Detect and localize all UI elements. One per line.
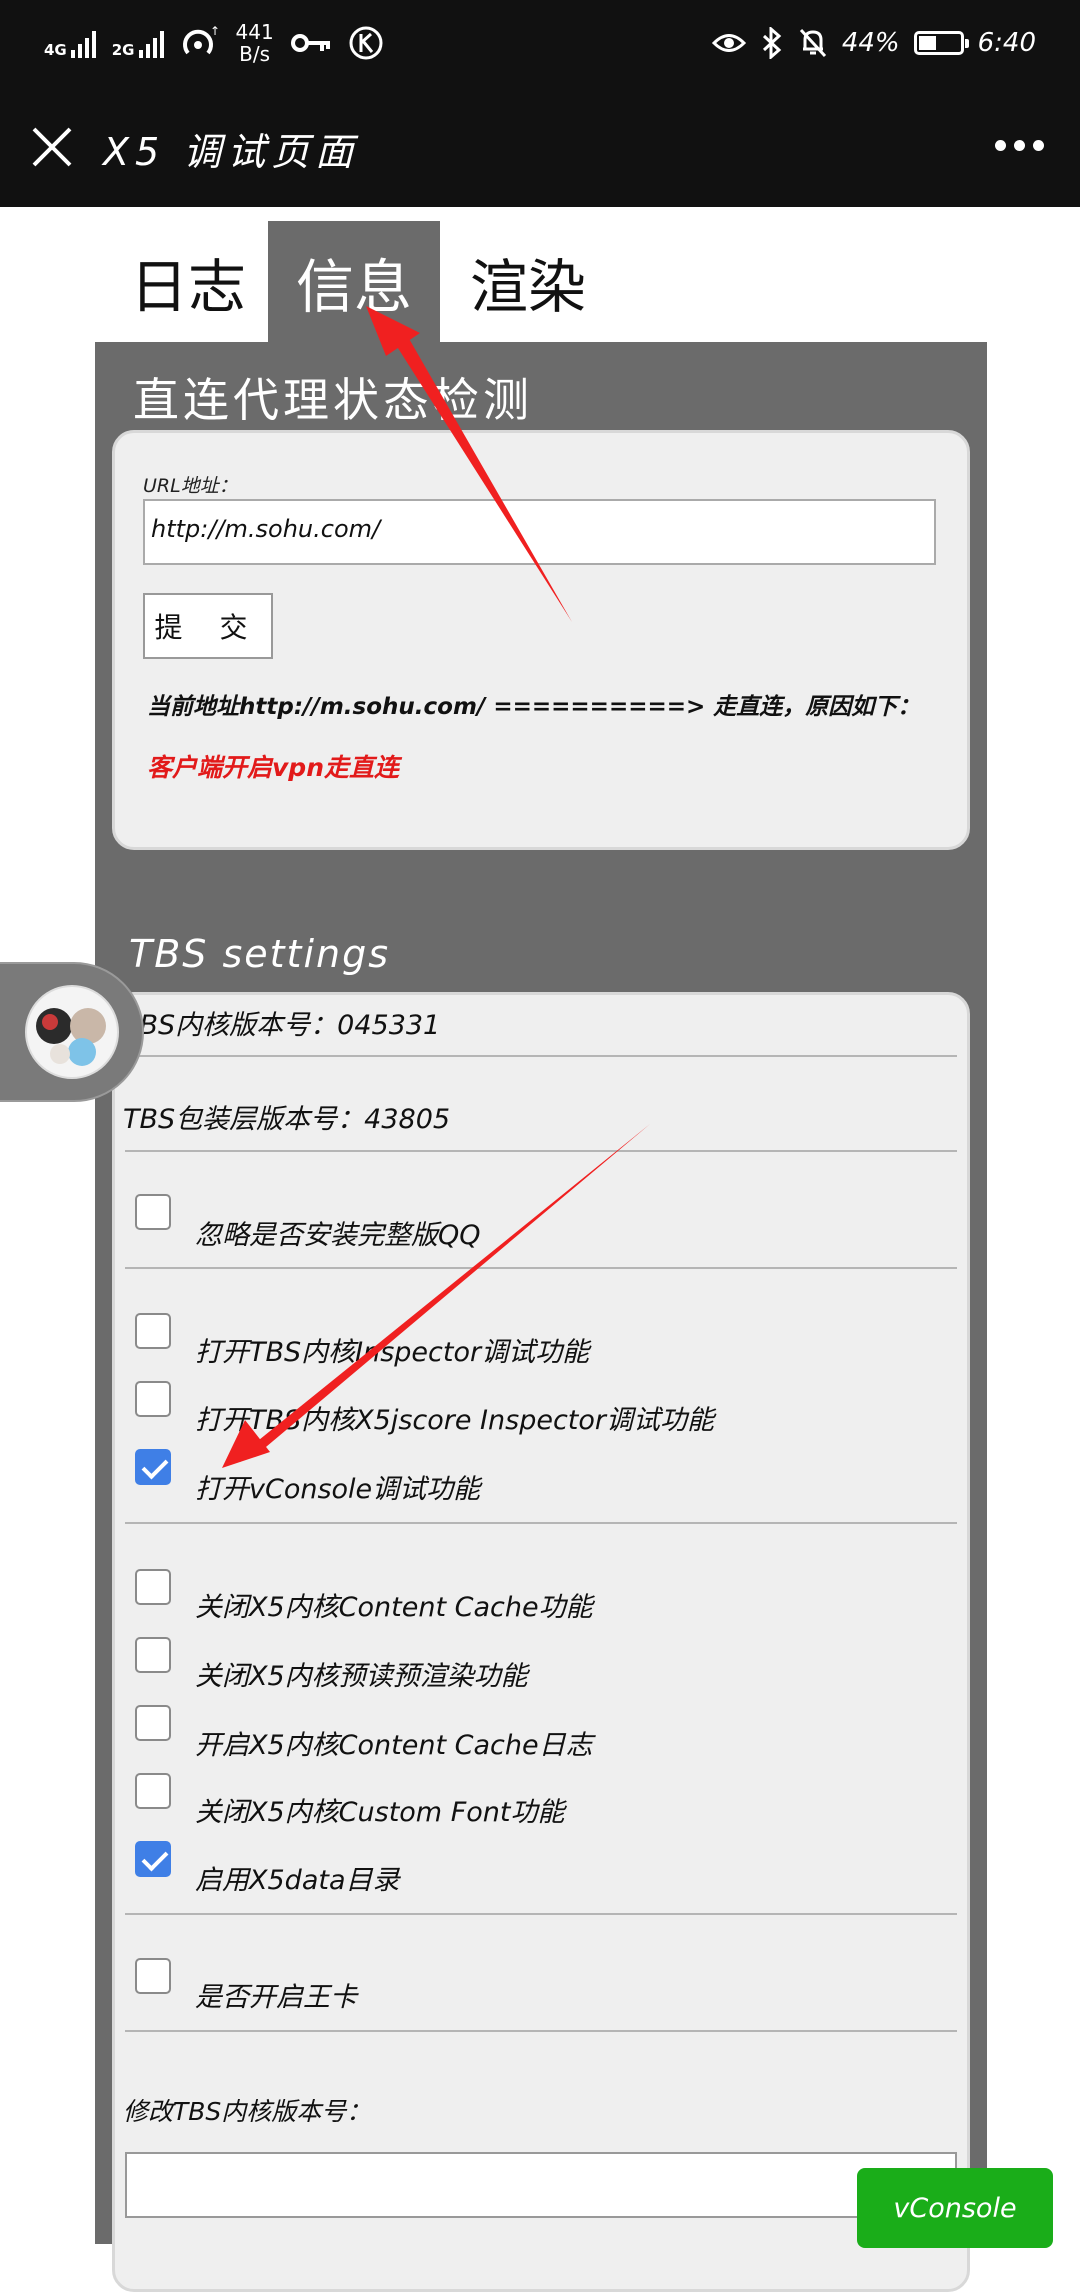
battery-icon (913, 31, 969, 55)
network-type-1: 4G (44, 41, 67, 59)
status-left: 4G 2G ↑ 441 B/s (44, 18, 384, 68)
url-input[interactable]: http://m.sohu.com/ (143, 499, 936, 565)
speed-value: 441 (235, 20, 274, 44)
key-icon (290, 34, 330, 52)
checkbox[interactable] (135, 1637, 171, 1673)
divider (125, 1150, 957, 1152)
divider (125, 1267, 957, 1269)
battery-percent: 44% (841, 28, 900, 58)
proxy-card: URL地址： http://m.sohu.com/ 提 交 当前地址http:/… (112, 430, 970, 850)
tab-info[interactable]: 信息 (268, 221, 440, 342)
option-label: 打开TBS内核X5jscore Inspector调试功能 (195, 1405, 714, 1436)
network-type-2: 2G (111, 41, 135, 59)
status-right: 44% 6:40 (711, 20, 1036, 66)
floating-avatar-button[interactable] (0, 962, 144, 1102)
result-reason: 客户端开启vpn走直连 (147, 753, 399, 782)
checkbox[interactable] (135, 1313, 171, 1349)
clock: 6:40 (977, 28, 1036, 58)
info-panel: 直连代理状态检测 URL地址： http://m.sohu.com/ 提 交 当… (95, 342, 987, 2292)
checkbox[interactable] (135, 1449, 171, 1485)
signal-icon (70, 28, 96, 58)
modify-version-label: 修改TBS内核版本号： (123, 2097, 372, 2126)
checkbox[interactable] (135, 1381, 171, 1417)
eye-icon (711, 34, 746, 52)
title-bar: X5 调试页面 (0, 85, 1080, 207)
proxy-section-title: 直连代理状态检测 (133, 373, 533, 427)
page-title: X5 调试页面 (103, 130, 360, 174)
option-label: 是否开启王卡 (195, 1982, 357, 2013)
checkbox[interactable] (135, 1569, 171, 1605)
network-speed: 441 B/s (236, 21, 274, 65)
signal-2: 2G (112, 28, 164, 58)
signal-icon (138, 28, 164, 58)
tab-bar: 日志 信息 渲染 (0, 207, 1080, 342)
avatar (25, 985, 119, 1079)
option-label: 打开TBS内核Inspector调试功能 (195, 1337, 590, 1368)
vconsole-button[interactable]: vConsole (857, 2168, 1053, 2248)
divider (125, 1522, 957, 1524)
wifi-hotspot-icon: ↑ (182, 25, 220, 55)
status-bar: 4G 2G ↑ 441 B/s 44% 6:40 (0, 0, 1080, 85)
shell-version: TBS包装层版本号：43805 (123, 1104, 451, 1135)
url-label: URL地址： (143, 475, 238, 497)
checkbox[interactable] (135, 1773, 171, 1809)
checkbox[interactable] (135, 1705, 171, 1741)
core-version: TBS内核版本号：045331 (123, 1010, 441, 1041)
option-label: 打开vConsole调试功能 (195, 1474, 481, 1505)
svg-text:↑: ↑ (210, 25, 220, 38)
tab-log[interactable]: 日志 (128, 221, 248, 342)
close-icon[interactable] (30, 125, 74, 169)
battery-fill (918, 36, 937, 50)
submit-button[interactable]: 提 交 (143, 593, 273, 659)
speed-unit: B/s (239, 42, 271, 66)
option-label: 关闭X5内核Content Cache功能 (195, 1592, 593, 1623)
tbs-card: TBS内核版本号：045331 TBS包装层版本号：43805 忽略是否安装完整… (112, 992, 970, 2292)
result-line: 当前地址http://m.sohu.com/ ==========> 走直连，原… (147, 694, 921, 720)
option-label: 开启X5内核Content Cache日志 (195, 1730, 593, 1761)
divider (125, 2030, 957, 2032)
divider (125, 1913, 957, 1915)
checkbox[interactable] (135, 1958, 171, 1994)
option-label: 忽略是否安装完整版QQ (195, 1220, 481, 1251)
checkbox[interactable] (135, 1841, 171, 1877)
more-icon[interactable] (995, 140, 1044, 151)
divider (125, 1055, 957, 1057)
option-label: 启用X5data目录 (195, 1865, 400, 1896)
tab-render[interactable]: 渲染 (468, 221, 588, 342)
tbs-section-title: TBS settings (129, 932, 391, 976)
signal-1: 4G (44, 28, 96, 58)
bluetooth-icon (762, 27, 782, 59)
checkbox[interactable] (135, 1194, 171, 1230)
mute-icon (799, 28, 826, 58)
k-circle-icon (349, 26, 383, 60)
version-input[interactable] (125, 2152, 957, 2218)
option-label: 关闭X5内核Custom Font功能 (195, 1797, 565, 1828)
option-label: 关闭X5内核预读预渲染功能 (195, 1661, 528, 1692)
